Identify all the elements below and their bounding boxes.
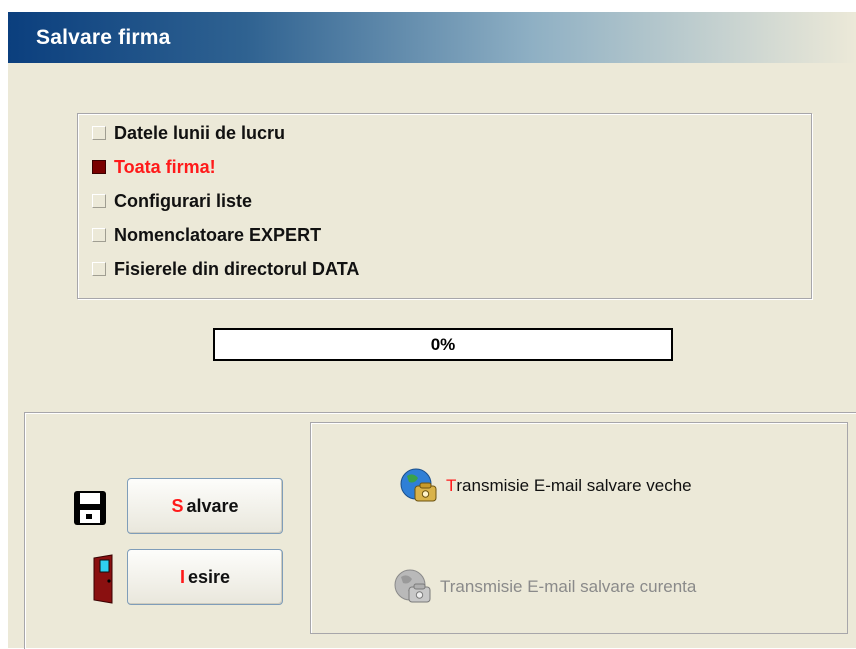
- title-bar: Salvare firma: [8, 12, 856, 63]
- option-label: Datele lunii de lucru: [114, 122, 286, 143]
- exit-hotkey: I: [179, 566, 185, 587]
- save-button[interactable]: Salvare: [127, 478, 283, 534]
- email-old-backup-link[interactable]: Transmisie E-mail salvare veche: [398, 467, 692, 505]
- option-label: Fisierele din directorul DATA: [114, 258, 360, 279]
- progress-text: 0%: [430, 334, 456, 354]
- email-old-label: ransmisie E-mail salvare veche: [456, 476, 692, 495]
- globe-phone-icon: [400, 468, 437, 502]
- globe-phone-icon-disabled: [394, 569, 431, 603]
- option-datele-lunii[interactable]: Datele lunii de lucru: [92, 120, 285, 146]
- option-fisiere-data[interactable]: Fisierele din directorul DATA: [92, 256, 359, 282]
- exit-button[interactable]: Iesire: [127, 549, 283, 605]
- option-label: Toata firma!: [114, 156, 216, 177]
- checkbox-fisiere-data[interactable]: [92, 262, 106, 276]
- checkbox-datele-lunii[interactable]: [92, 126, 106, 140]
- save-hotkey: S: [171, 495, 184, 516]
- email-current-backup-link[interactable]: Transmisie E-mail salvare curenta: [392, 568, 696, 606]
- option-toata-firma[interactable]: Toata firma!: [92, 154, 216, 180]
- option-nomenclatoare[interactable]: Nomenclatoare EXPERT: [92, 222, 321, 248]
- backup-options-group: Datele lunii de lucru Toata firma! Confi…: [77, 113, 812, 299]
- checkbox-nomenclatoare[interactable]: [92, 228, 106, 242]
- option-label: Configurari liste: [114, 190, 253, 211]
- email-current-label: Transmisie E-mail salvare curenta: [440, 577, 697, 596]
- door-icon: [93, 554, 113, 604]
- option-label: Nomenclatoare EXPERT: [114, 224, 322, 245]
- window-title: Salvare firma: [36, 26, 171, 49]
- exit-label: esire: [187, 566, 231, 587]
- checkbox-configurari-liste[interactable]: [92, 194, 106, 208]
- progress-bar: 0%: [213, 328, 673, 361]
- save-label: alvare: [186, 495, 239, 516]
- dialog-window: Salvare firma Datele lunii de lucru Toat…: [8, 12, 856, 649]
- email-old-hotkey: T: [446, 476, 457, 495]
- checkbox-toata-firma[interactable]: [92, 160, 106, 174]
- floppy-disk-icon: [74, 491, 106, 525]
- option-configurari-liste[interactable]: Configurari liste: [92, 188, 252, 214]
